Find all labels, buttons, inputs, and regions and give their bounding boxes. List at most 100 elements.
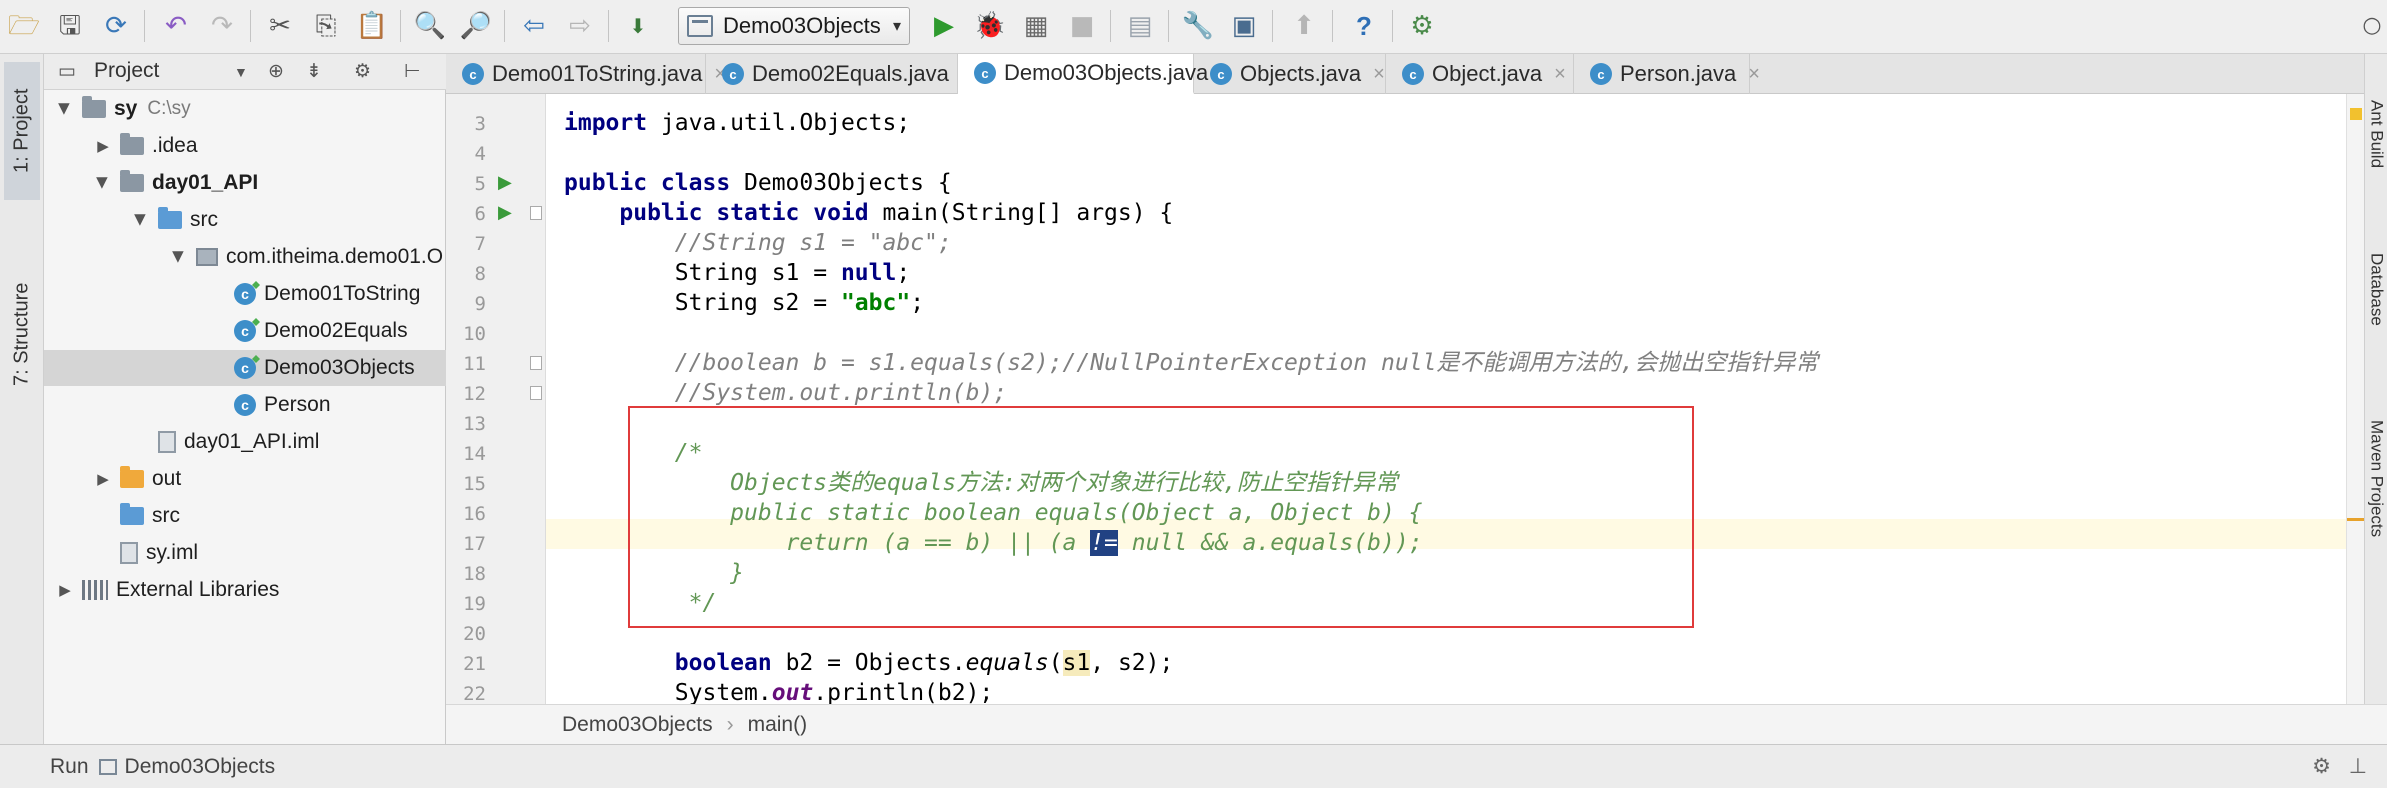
tree-item[interactable]: c Demo01ToString	[44, 276, 446, 312]
chevron-down-icon[interactable]: ▼	[234, 64, 248, 80]
tab-objects[interactable]: c Objects.java ×	[1194, 54, 1386, 94]
vcs-icon[interactable]: ⬆	[1286, 8, 1322, 44]
tree-item[interactable]: ▶ External Libraries	[44, 572, 446, 608]
chevron-right-icon[interactable]: ▶	[54, 581, 76, 599]
tab-label: Person.java	[1620, 61, 1737, 86]
close-icon[interactable]: ×	[1748, 63, 1760, 86]
tree-item[interactable]: src	[44, 498, 446, 534]
replace-icon[interactable]: 🔎	[458, 8, 494, 44]
structure-tool-tab[interactable]: 7: Structure	[4, 254, 40, 414]
help-icon[interactable]: ?	[1346, 8, 1382, 44]
run-tool-label[interactable]: Run	[50, 755, 89, 779]
tree-item[interactable]: c Person	[44, 387, 446, 423]
code-line[interactable]: boolean b2 = Objects.equals(s1, s2);	[564, 648, 1173, 678]
line-number: 21	[463, 653, 486, 675]
tree-item[interactable]: ▶ .idea	[44, 128, 446, 164]
tab-person[interactable]: c Person.java ×	[1574, 54, 1760, 94]
code-editor[interactable]: import java.util.Objects; public class De…	[546, 94, 2346, 704]
tree-item[interactable]: c Demo02Equals	[44, 313, 446, 349]
save-icon[interactable]: 🖫	[52, 8, 88, 44]
project-panel-title[interactable]: Project	[94, 59, 159, 83]
chevron-down-icon[interactable]: ▶	[56, 98, 74, 120]
maven-projects-tab[interactable]: Maven Projects	[2365, 384, 2387, 574]
hide-icon[interactable]: ⊥	[2349, 754, 2367, 779]
debug-icon[interactable]: 🐞	[972, 8, 1008, 44]
project-tool-tab[interactable]: 1: Project	[4, 62, 40, 200]
stop-icon[interactable]: ■	[1064, 8, 1100, 44]
tree-item[interactable]: ▶ src	[44, 202, 446, 238]
close-icon[interactable]: ×	[1373, 63, 1385, 86]
code-line[interactable]: public static void main(String[] args) {	[564, 198, 1173, 228]
scroll-from-source-icon[interactable]: ⊕	[268, 60, 284, 83]
sync-icon[interactable]: ⟳	[98, 8, 134, 44]
tree-item[interactable]: ▶ com.itheima.demo01.O	[44, 239, 446, 275]
fold-icon[interactable]	[530, 206, 542, 220]
chevron-down-icon[interactable]: ▶	[94, 172, 112, 194]
left-tool-window-strip: 1: Project 7: Structure	[0, 54, 44, 744]
code-line[interactable]: public class Demo03Objects {	[564, 168, 952, 198]
warning-marker-icon[interactable]	[2350, 108, 2362, 120]
code-line[interactable]: */	[564, 588, 717, 618]
settings-icon[interactable]: 🔧	[1180, 8, 1216, 44]
build-icon[interactable]: ⬇	[620, 8, 656, 44]
project-structure-icon[interactable]: ▤	[1122, 8, 1158, 44]
code-line[interactable]: String s2 = "abc";	[564, 288, 924, 318]
tree-item[interactable]: day01_API.iml	[44, 424, 446, 460]
hide-panel-icon[interactable]: ⊢	[404, 60, 421, 83]
cut-icon[interactable]: ✂	[262, 8, 298, 44]
chevron-right-icon[interactable]: ▶	[92, 137, 114, 155]
collapse-all-icon[interactable]: ⇟	[306, 60, 322, 83]
tree-item[interactable]: ▶ out	[44, 461, 446, 497]
line-number: 17	[463, 533, 486, 555]
database-tab[interactable]: Database	[2365, 224, 2387, 354]
coverage-icon[interactable]: ▦	[1018, 8, 1054, 44]
copy-icon[interactable]: ⎘	[308, 8, 344, 44]
search-everywhere-icon[interactable]: ○	[2354, 8, 2387, 44]
tab-demo02equals[interactable]: cDemo02Equals.java×	[706, 54, 973, 94]
tree-item[interactable]: ▶ sy C:\sy	[44, 91, 446, 127]
paste-icon[interactable]: 📋	[354, 8, 390, 44]
code-line[interactable]: System.out.println(b2);	[564, 678, 994, 704]
tab-object[interactable]: c Object.java ×	[1386, 54, 1574, 94]
run-icon[interactable]: ▶	[926, 8, 962, 44]
ant-build-tab[interactable]: Ant Build	[2365, 74, 2387, 194]
plugin-icon[interactable]: ⚙	[1404, 8, 1440, 44]
breadcrumb-class[interactable]: Demo03Objects	[562, 713, 713, 737]
code-line[interactable]: public static boolean equals(Object a, O…	[564, 498, 1422, 528]
chevron-down-icon[interactable]: ▶	[132, 209, 150, 231]
code-line[interactable]: return (a == b) || (a != null && a.equal…	[564, 528, 1423, 558]
tree-item[interactable]: ▶ day01_API	[44, 165, 446, 201]
undo-icon[interactable]: ↶	[158, 8, 194, 44]
gear-icon[interactable]: ⚙	[354, 60, 371, 83]
redo-icon[interactable]: ↷	[204, 8, 240, 44]
code-line[interactable]: /*	[564, 438, 703, 468]
code-line[interactable]: Objects类的equals方法:对两个对象进行比较,防止空指针异常	[564, 468, 1398, 498]
code-line[interactable]: import java.util.Objects;	[564, 108, 910, 138]
chevron-right-icon[interactable]: ▶	[92, 470, 114, 488]
code-line[interactable]: //System.out.println(b);	[564, 378, 1007, 408]
run-gutter-icon[interactable]: ▶	[498, 172, 512, 193]
sdk-icon[interactable]: ▣	[1226, 8, 1262, 44]
tree-item[interactable]: sy.iml	[44, 535, 446, 571]
tab-demo03objects[interactable]: cDemo03Objects.java×	[958, 54, 1232, 94]
tree-item[interactable]: c Demo03Objects	[44, 350, 446, 386]
code-line[interactable]: String s1 = null;	[564, 258, 910, 288]
code-line[interactable]: //String s1 = "abc";	[564, 228, 952, 258]
run-target-label[interactable]: Demo03Objects	[125, 755, 276, 779]
open-folder-icon[interactable]: 🗁	[6, 8, 42, 44]
run-configuration-dropdown[interactable]: Demo03Objects ▾	[678, 7, 910, 45]
code-line[interactable]: }	[564, 558, 744, 588]
tree-item-label: Demo03Objects	[264, 356, 415, 379]
breadcrumb-method[interactable]: main()	[748, 713, 808, 737]
run-gutter-icon[interactable]: ▶	[498, 202, 512, 223]
forward-icon[interactable]: ⇨	[562, 8, 598, 44]
back-icon[interactable]: ⇦	[516, 8, 552, 44]
find-icon[interactable]: 🔍	[412, 8, 448, 44]
fold-icon[interactable]	[530, 386, 542, 400]
fold-icon[interactable]	[530, 356, 542, 370]
chevron-down-icon[interactable]: ▶	[170, 246, 188, 268]
close-icon[interactable]: ×	[1554, 63, 1566, 86]
tab-demo01tostring[interactable]: c Demo01ToString.java ×	[446, 54, 726, 94]
code-line[interactable]: //boolean b = s1.equals(s2);//NullPointe…	[564, 348, 1818, 378]
gear-icon[interactable]: ⚙	[2312, 754, 2331, 779]
